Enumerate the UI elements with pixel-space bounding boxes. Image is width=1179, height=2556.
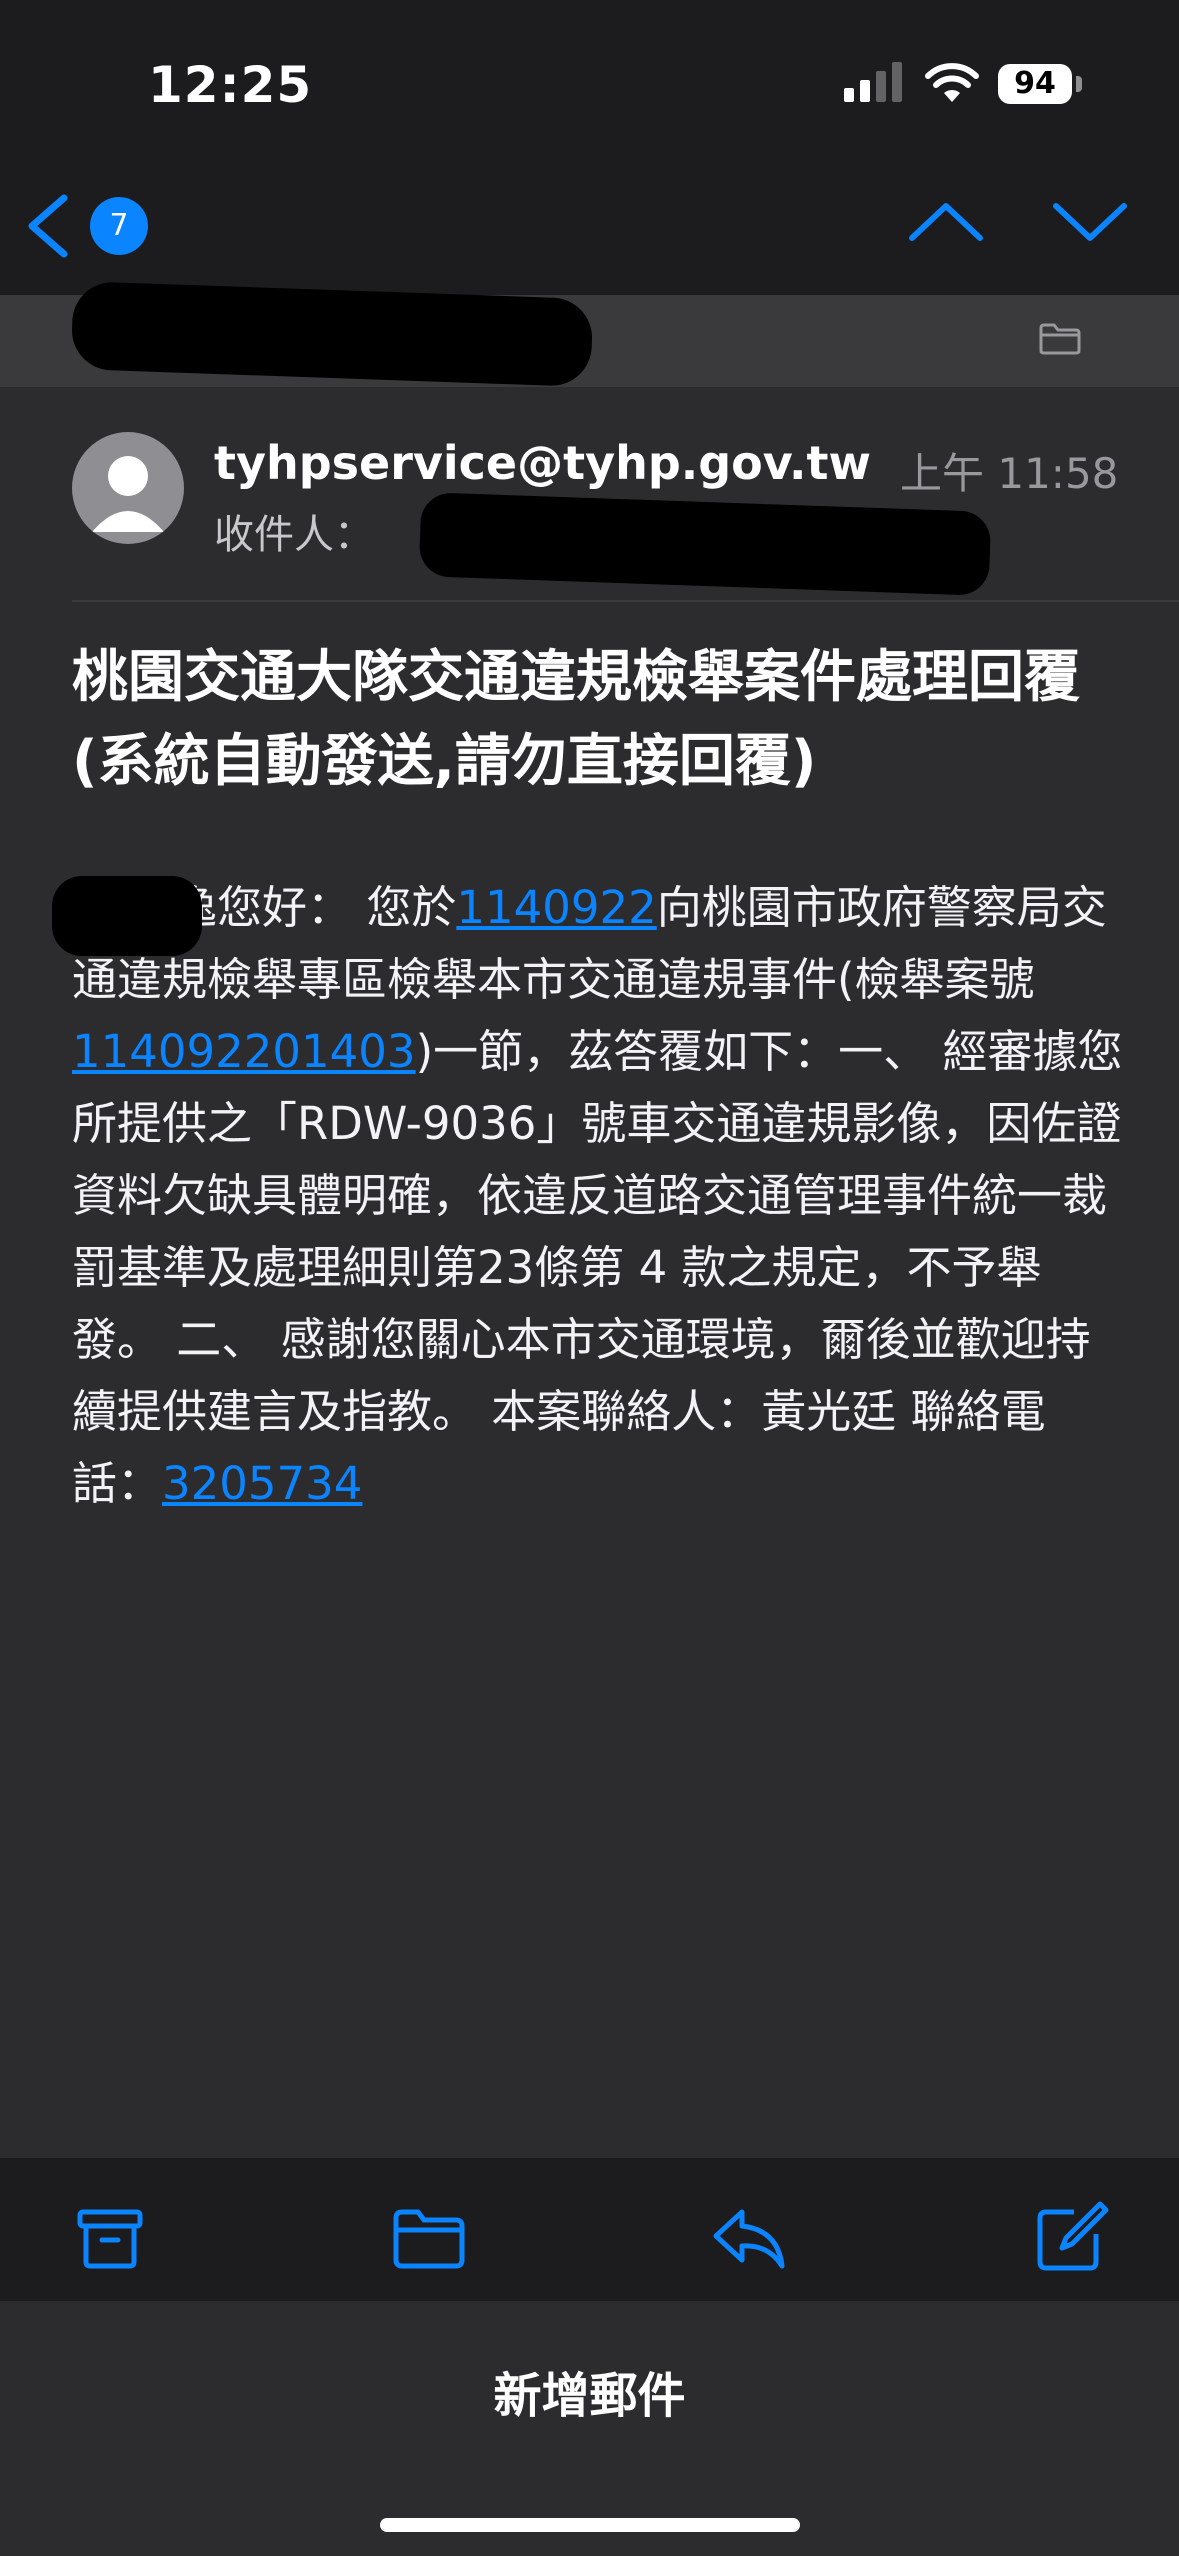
unread-count-badge[interactable]: 7 <box>90 197 148 255</box>
previous-message-button[interactable] <box>906 198 986 250</box>
email-body: 逸您好： 您於1140922向桃園市政府警察局交通違規檢舉專區檢舉本市交通違規事… <box>72 872 1124 1520</box>
back-button[interactable] <box>20 192 76 264</box>
bottom-toolbar <box>0 2158 1179 2301</box>
redaction-mark <box>70 280 594 388</box>
reply-button[interactable] <box>710 2198 790 2278</box>
sender-avatar[interactable] <box>72 432 184 544</box>
case-number-link[interactable]: 114092201403 <box>72 1025 416 1078</box>
phone-link[interactable]: 3205734 <box>162 1457 362 1510</box>
redaction-mark <box>418 492 992 596</box>
new-mail-label[interactable]: 新增郵件 <box>0 2356 1179 2426</box>
move-to-folder-button[interactable] <box>390 2198 470 2278</box>
redaction-mark <box>52 876 202 956</box>
date-link[interactable]: 1140922 <box>456 881 656 934</box>
received-time: 上午 11:58 <box>900 449 1119 498</box>
folder-icon <box>393 2209 465 2269</box>
compose-button[interactable] <box>1030 2198 1110 2278</box>
archive-button[interactable] <box>72 2198 152 2278</box>
email-subject: 桃園交通大隊交通違規檢舉案件處理回覆 (系統自動發送,請勿直接回覆) <box>72 645 1080 794</box>
status-time: 12:25 <box>148 56 313 114</box>
body-text-part: 您於 <box>366 881 457 934</box>
header-divider <box>72 600 1179 602</box>
next-message-button[interactable] <box>1050 198 1130 250</box>
compose-icon <box>1037 2201 1109 2271</box>
cellular-signal-icon <box>844 62 906 106</box>
body-text-part: )一節，茲答覆如下：一、 經審據您所提供之「RDW-9036」號車交通違規影像，… <box>72 1025 1123 1510</box>
folder-icon <box>1038 322 1082 360</box>
battery-tip <box>1076 76 1082 92</box>
navigation-bar <box>0 170 1179 295</box>
battery-icon: 94 <box>998 64 1072 104</box>
wifi-icon <box>924 62 980 108</box>
reply-icon <box>713 2209 785 2269</box>
recipient-label: 收件人： <box>214 512 374 558</box>
archive-icon <box>77 2209 143 2269</box>
sender-address[interactable]: tyhpservice@tyhp.gov.tw <box>214 436 871 490</box>
home-indicator[interactable] <box>380 2518 800 2532</box>
